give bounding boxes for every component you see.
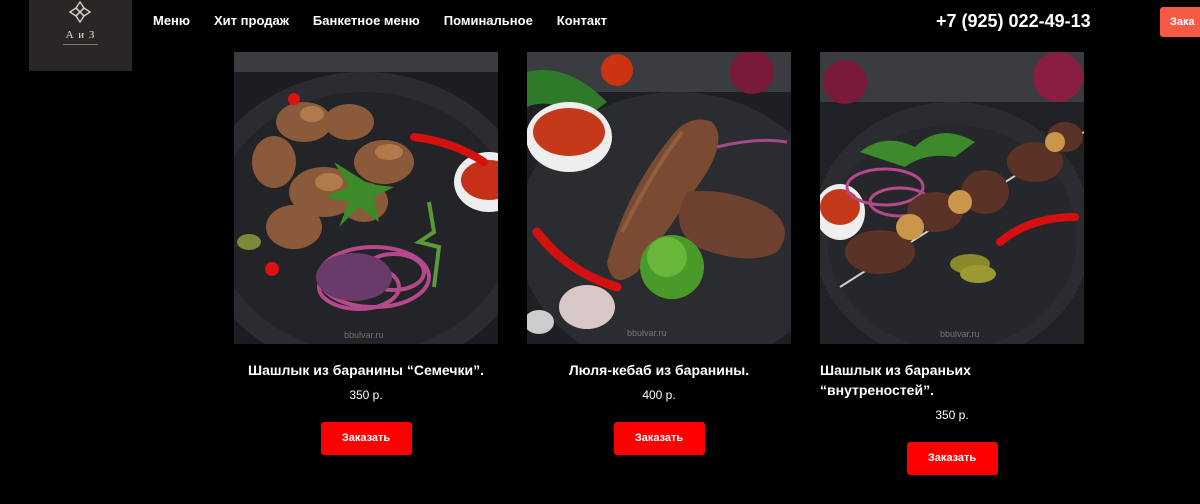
product-image-lamb-shashlik[interactable]: bbulvar.ru	[234, 52, 498, 344]
product-title: Люля-кебаб из баранины.	[568, 362, 750, 378]
product-image-lyulya-kebab[interactable]: bbulvar.ru	[527, 52, 791, 344]
product-card: bbulvar.ru Люля-кебаб из баранины. 400 р…	[527, 52, 791, 455]
nav-item-banquet-menu[interactable]: Банкетное меню	[313, 13, 420, 28]
phone-number[interactable]: +7 (925) 022-49-13	[936, 11, 1091, 32]
ornament-icon	[68, 0, 92, 24]
watermark: bbulvar.ru	[940, 329, 980, 339]
nav-item-bestsellers[interactable]: Хит продаж	[214, 13, 289, 28]
main-nav: Меню Хит продаж Банкетное меню Поминальн…	[153, 13, 607, 28]
product-image-offal-shashlik[interactable]: bbulvar.ru	[820, 52, 1084, 344]
product-card: bbulvar.ru Шашлык из баранины “Семечки”.…	[234, 52, 498, 455]
product-price: 350 р.	[935, 408, 969, 422]
watermark: bbulvar.ru	[344, 330, 384, 340]
product-price: 400 р.	[642, 388, 676, 402]
logo-brand: А и З	[65, 29, 96, 41]
order-button[interactable]: Заказать	[613, 422, 705, 455]
nav-item-contact[interactable]: Контакт	[557, 13, 607, 28]
order-button[interactable]: Заказать	[906, 442, 998, 475]
order-button[interactable]: Заказать	[320, 422, 412, 455]
watermark: bbulvar.ru	[627, 328, 667, 338]
product-title: Шашлык из баранины “Семечки”.	[248, 362, 484, 378]
nav-item-menu[interactable]: Меню	[153, 13, 190, 28]
product-price: 350 р.	[349, 388, 383, 402]
logo[interactable]: А и З	[29, 0, 132, 71]
logo-divider	[63, 44, 98, 45]
product-title: Шашлык из бараньих “внутреностей”.	[820, 362, 971, 398]
nav-item-memorial[interactable]: Поминальное	[444, 13, 533, 28]
product-card: bbulvar.ru Шашлык из бараньих “внутренос…	[820, 52, 1084, 475]
header-order-button[interactable]: Зака	[1160, 7, 1200, 37]
